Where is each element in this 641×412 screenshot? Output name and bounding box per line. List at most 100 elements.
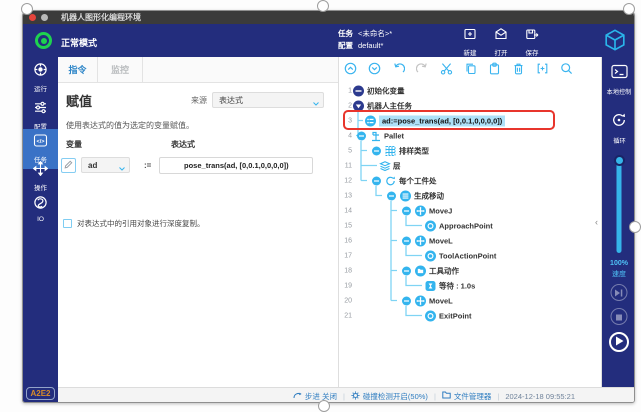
config-icon — [33, 100, 48, 120]
tab-monitor[interactable]: 监控 — [98, 57, 143, 82]
speed-slider-knob[interactable] — [614, 155, 625, 166]
open-task-button[interactable]: 打开 — [494, 27, 508, 57]
program-toolbar — [344, 62, 573, 75]
task-value: <未命名>* — [358, 29, 392, 38]
new-file-icon — [463, 27, 477, 46]
deep-copy-label: 对表达式中的引用对象进行深度复制。 — [77, 218, 205, 229]
collapse-node-icon[interactable] — [402, 206, 411, 215]
tree-row[interactable]: 15 ApproachPoint — [339, 218, 593, 233]
source-select[interactable]: 表达式 — [212, 92, 324, 108]
tree-row[interactable]: 16 MoveL — [339, 233, 593, 248]
window-minimize-button[interactable] — [41, 14, 48, 21]
delete-icon[interactable] — [512, 62, 525, 75]
undo-icon[interactable] — [392, 62, 405, 75]
expand-all-icon[interactable] — [368, 62, 381, 75]
local-control-item[interactable]: 本地控制 — [602, 64, 635, 96]
copy-icon[interactable] — [464, 62, 477, 75]
variable-select[interactable]: ad — [81, 157, 130, 173]
collapse-node-icon[interactable] — [357, 131, 366, 140]
assign-symbol: := — [144, 161, 151, 170]
expression-label: 表达式 — [171, 139, 195, 150]
tree-row[interactable]: 14 MoveJ — [339, 203, 593, 218]
move-icon — [415, 205, 426, 216]
insert-icon[interactable] — [536, 62, 549, 75]
speed-slider[interactable] — [617, 157, 622, 253]
cut-icon[interactable] — [440, 62, 453, 75]
status-separator: | — [343, 392, 345, 401]
tree-row[interactable]: 12 每个工件处 — [339, 173, 593, 188]
play-button[interactable] — [609, 332, 629, 352]
collapse-node-icon[interactable] — [402, 266, 411, 275]
annotation-handle — [318, 400, 330, 412]
redo-icon[interactable] — [416, 62, 429, 75]
move-icon — [415, 295, 426, 306]
new-task-button[interactable]: 新建 — [463, 27, 477, 57]
sidebar-item-operate[interactable]: 操作 — [23, 161, 58, 192]
play-icon — [615, 333, 624, 351]
assign-icon — [365, 115, 376, 126]
operate-icon — [33, 161, 48, 181]
tree-row[interactable]: 19 等待 : 1.0s — [339, 278, 593, 293]
annotation-handle — [623, 3, 635, 15]
brand-logo-icon — [604, 29, 626, 51]
collapse-node-icon[interactable] — [402, 236, 411, 245]
run-icon — [33, 62, 48, 82]
io-icon — [33, 195, 48, 215]
step-mode-status[interactable]: 步进 关闭 — [293, 391, 337, 402]
loop-mode-item[interactable]: 循环 — [602, 112, 635, 145]
tree-row[interactable]: 20 MoveL — [339, 293, 593, 308]
waypoint-icon — [425, 310, 436, 321]
expression-input[interactable]: pose_trans(ad, [0,0.1,0,0,0,0]) — [159, 157, 313, 174]
tree-row[interactable]: 11 层 — [339, 158, 593, 173]
window-close-button[interactable] — [29, 14, 36, 21]
sidebar-item-io[interactable]: IO — [23, 195, 58, 223]
collapse-node-icon[interactable] — [372, 176, 381, 185]
tree-row[interactable]: 17 ToolActionPoint — [339, 248, 593, 263]
instruction-panel: 指令 监控 赋值 来源 表达式 使用表达式的值为选定的变量赋值。 — [58, 57, 339, 387]
version-badge: A2E2 — [26, 387, 55, 400]
pallet-icon — [370, 130, 382, 142]
header-actions: 新建 打开 保存 — [463, 27, 539, 57]
stop-button[interactable] — [611, 308, 628, 325]
tree-row[interactable]: 1 初始化变量 — [339, 83, 593, 98]
task-label: 任务 — [338, 29, 353, 38]
edit-variable-button[interactable] — [61, 158, 76, 173]
collapse-node-icon[interactable] — [387, 191, 396, 200]
instruction-title: 赋值 — [66, 91, 92, 110]
chevron-down-icon — [313, 99, 319, 108]
tree-row[interactable]: 18 工具动作 — [339, 263, 593, 278]
collapse-node-icon[interactable] — [372, 146, 381, 155]
tree-row[interactable]: 21 ExitPoint — [339, 308, 593, 323]
tree-row[interactable]: 2 机器人主任务 — [339, 98, 593, 113]
speed-label: 速度 — [602, 269, 635, 279]
program-tree-panel: 1 初始化变量 2 机器人主任务 3 — [339, 57, 602, 387]
deep-copy-checkbox[interactable] — [63, 219, 72, 228]
file-manager-status[interactable]: 文件管理器 — [442, 391, 492, 402]
tree-row[interactable]: 5 排样类型 — [339, 143, 593, 158]
sidebar-item-config[interactable]: 配置 — [23, 100, 58, 131]
wait-timer-icon — [425, 280, 436, 291]
step-forward-icon — [615, 284, 624, 302]
tree-row[interactable]: 13 生成移动 — [339, 188, 593, 203]
collapse-node-icon[interactable] — [402, 296, 411, 305]
sidebar-item-run[interactable]: 运行 — [23, 62, 58, 93]
tab-instruction[interactable]: 指令 — [58, 57, 98, 82]
collapse-all-icon[interactable] — [344, 62, 357, 75]
task-icon: </> — [33, 133, 48, 153]
folder-icon — [442, 391, 451, 401]
search-icon[interactable] — [560, 62, 573, 75]
layers-icon — [379, 160, 391, 171]
variable-label: 变量 — [66, 139, 82, 150]
paste-icon[interactable] — [488, 62, 501, 75]
waypoint-icon — [425, 250, 436, 261]
status-timestamp: 2024-12-18 09:55:21 — [505, 392, 575, 401]
local-control-icon — [611, 64, 628, 84]
tree-row-selected[interactable]: 3 ad:=pose_trans(ad, [0,0.1,0,0,0,0]) — [339, 113, 593, 128]
step-forward-button[interactable] — [611, 284, 628, 301]
screenshot-root: 机器人图形化编程环境 正常模式 任务<未命名>* 配置default* 新建 打… — [0, 0, 641, 412]
save-task-button[interactable]: 保存 — [525, 27, 539, 57]
editor-tabbar: 指令 监控 — [58, 57, 338, 83]
panel-collapse-handle[interactable]: ‹ — [595, 217, 598, 227]
tree-row[interactable]: 4 Pallet — [339, 128, 593, 143]
collision-detection-status[interactable]: 碰撞检测开启(50%) — [351, 391, 428, 402]
